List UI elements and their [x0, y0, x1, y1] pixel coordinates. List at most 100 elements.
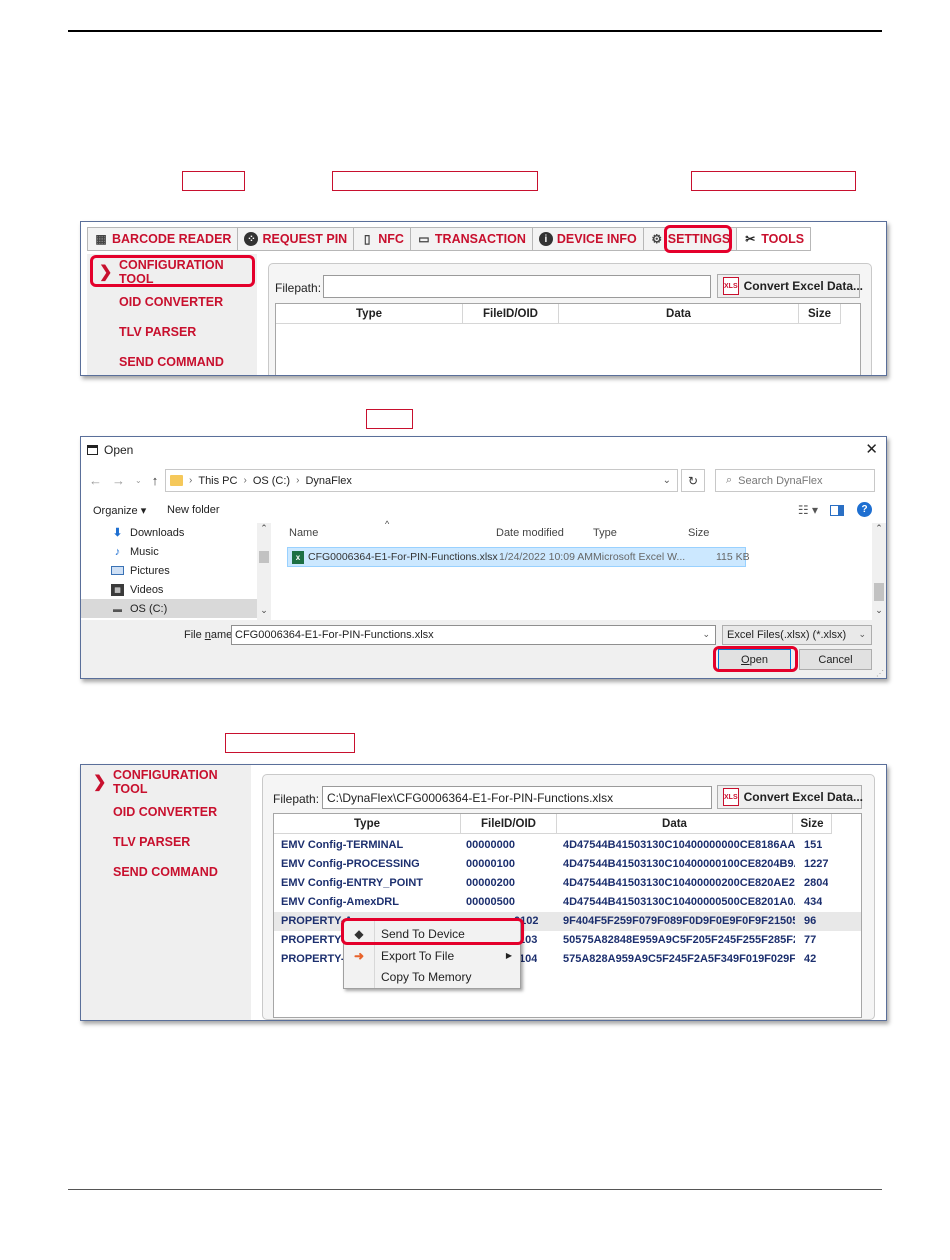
menu-item-copy-to-memory[interactable]: Copy To Memory — [344, 966, 520, 987]
table-row[interactable]: EMV Config-ENTRY_POINT 00000200 4D47544B… — [274, 874, 861, 893]
nav-item-os-c[interactable]: ▬ OS (C:) — [111, 599, 167, 618]
breadcrumb-dynaflex[interactable]: DynaFlex — [305, 475, 351, 487]
scroll-up-icon[interactable]: ⌃ — [872, 523, 886, 534]
configuration-tool-highlight — [90, 255, 255, 287]
cell-data: 4D47544B41503130C10400000000CE8186AA4 — [563, 839, 795, 851]
sidebar-item-configuration-tool[interactable]: ❯ CONFIGURATION TOOL — [81, 767, 251, 797]
excel-convert-icon: XLS — [723, 788, 739, 806]
cell-size: 2804 — [804, 877, 829, 889]
breadcrumb-this-pc[interactable]: This PC — [198, 475, 237, 487]
config-data-grid[interactable]: Type FileID/OID Data Size — [275, 303, 861, 375]
sidebar-item-tlv-parser[interactable]: TLV PARSER — [81, 827, 251, 857]
file-row[interactable]: x CFG0006364-E1-For-PIN-Functions.xlsx 1… — [287, 547, 750, 567]
tab-device-info[interactable]: i DEVICE INFO — [533, 228, 644, 250]
column-header-date-modified[interactable]: Date modified — [496, 527, 564, 547]
chevron-down-icon[interactable]: ⌄ — [702, 629, 710, 640]
cell-type: PROPERTY-F — [281, 953, 352, 965]
submenu-arrow-icon: ▶ — [505, 951, 512, 960]
nav-item-downloads[interactable]: ⬇ Downloads — [111, 523, 185, 542]
tab-nfc[interactable]: ▯ NFC — [354, 228, 411, 250]
scroll-down-icon[interactable]: ⌄ — [257, 605, 271, 616]
new-folder-button[interactable]: New folder — [167, 504, 220, 516]
header-rule — [68, 30, 882, 32]
view-options-icon[interactable]: ☷ ▾ — [798, 503, 818, 517]
table-row[interactable]: EMV Config-AmexDRL 00000500 4D47544B4150… — [274, 893, 861, 912]
chevron-down-icon[interactable]: ⌄ — [858, 629, 866, 640]
close-icon[interactable]: ✕ — [865, 440, 878, 458]
convert-excel-button[interactable]: XLS Convert Excel Data... — [717, 785, 863, 809]
forward-arrow-icon[interactable]: → — [112, 473, 125, 488]
cell-fileid: 00000000 — [466, 839, 515, 851]
sidebar-item-send-command[interactable]: SEND COMMAND — [81, 857, 251, 887]
tools-sidebar: ❯ CONFIGURATION TOOL OID CONVERTER TLV PA… — [81, 765, 251, 1020]
nav-scrollbar[interactable]: ⌃ ⌄ — [257, 523, 271, 620]
scroll-thumb[interactable] — [874, 583, 884, 601]
menu-item-export-to-file[interactable]: ➜ Export To File ▶ — [344, 945, 520, 966]
column-header-type[interactable]: Type — [274, 814, 461, 833]
up-arrow-icon[interactable]: ↑ — [152, 473, 159, 488]
navigation-pane: ⬇ Downloads ♪ Music Pictures ▦ Videos ▬ OS (… — [81, 523, 271, 620]
breadcrumb-os-c[interactable]: OS (C:) — [253, 475, 290, 487]
help-icon[interactable]: ? — [857, 502, 872, 517]
column-header-fileid[interactable]: FileID/OID — [463, 304, 559, 323]
sidebar-item-oid-converter[interactable]: OID CONVERTER — [81, 797, 251, 827]
scroll-down-icon[interactable]: ⌄ — [872, 605, 886, 616]
back-arrow-icon[interactable]: ← — [89, 473, 102, 488]
nav-item-videos[interactable]: ▦ Videos — [111, 580, 163, 599]
file-type: Microsoft Excel W... — [593, 551, 686, 563]
convert-excel-button[interactable]: XLS Convert Excel Data... — [717, 274, 863, 298]
file-type-select[interactable]: Excel Files(.xlsx) (*.xlsx) ⌄ — [722, 625, 872, 645]
column-header-name[interactable]: Name — [289, 527, 318, 547]
recent-dropdown-icon[interactable]: ⌄ — [135, 473, 142, 488]
cell-data: 4D47544B41503130C10400000200CE820AE2A — [563, 877, 795, 889]
cell-data: 9F404F5F259F079F089F0D9F0E9F0F9F21505A — [563, 915, 795, 927]
keypad-icon: ⁘ — [244, 232, 259, 246]
address-bar[interactable]: › This PC › OS (C:) › DynaFlex ⌄ — [165, 469, 678, 492]
download-arrow-icon: ⬇ — [112, 527, 123, 539]
table-row[interactable]: EMV Config-TERMINAL 00000000 4D47544B415… — [274, 836, 861, 855]
tab-request-pin[interactable]: ⁘ REQUEST PIN — [238, 228, 355, 250]
column-header-fileid[interactable]: FileID/OID — [461, 814, 557, 833]
column-header-size[interactable]: Size — [793, 814, 832, 833]
column-header-size[interactable]: Size — [688, 527, 709, 547]
file-name-input[interactable]: CFG0006364-E1-For-PIN-Functions.xlsx ⌄ — [231, 625, 716, 645]
file-date: 1/24/2022 10:09 AM — [499, 551, 593, 563]
file-list-scrollbar[interactable]: ⌃ ⌄ — [872, 523, 886, 620]
sort-indicator-icon: ^ — [385, 519, 390, 529]
sidebar-item-oid-converter[interactable]: OID CONVERTER — [87, 287, 257, 317]
sidebar-item-tlv-parser[interactable]: TLV PARSER — [87, 317, 257, 347]
column-header-type[interactable]: Type — [593, 527, 617, 547]
table-row[interactable]: EMV Config-PROCESSING 00000100 4D47544B4… — [274, 855, 861, 874]
column-header-data[interactable]: Data — [559, 304, 799, 323]
sidebar-item-send-command[interactable]: SEND COMMAND — [87, 347, 257, 375]
resize-grip-icon[interactable]: ⋰ — [876, 669, 884, 678]
tab-tools[interactable]: ✂ TOOLS — [737, 228, 811, 250]
preview-pane-icon[interactable] — [830, 505, 844, 516]
excel-file-icon: x — [292, 551, 304, 564]
column-header-size[interactable]: Size — [799, 304, 841, 323]
tab-transaction[interactable]: ▭ TRANSACTION — [411, 228, 533, 250]
filepath-input[interactable]: C:\DynaFlex\CFG0006364-E1-For-PIN-Functi… — [322, 786, 712, 809]
file-size: 115 KB — [716, 551, 750, 563]
cell-type: EMV Config-ENTRY_POINT — [281, 877, 423, 889]
tab-barcode-reader[interactable]: ▦ BARCODE READER — [88, 228, 239, 250]
organize-button[interactable]: Organize ▾ — [93, 504, 146, 517]
scroll-up-icon[interactable]: ⌃ — [257, 523, 271, 534]
chevron-down-icon[interactable]: ⌄ — [663, 475, 671, 486]
cancel-button[interactable]: Cancel — [799, 649, 872, 670]
search-input[interactable]: ⌕ Search DynaFlex — [715, 469, 875, 492]
cell-size: 77 — [804, 934, 817, 946]
videos-icon: ▦ — [111, 583, 124, 596]
column-header-type[interactable]: Type — [276, 304, 463, 323]
cell-type: EMV Config-AmexDRL — [281, 896, 399, 908]
filepath-input[interactable] — [323, 275, 711, 298]
scroll-thumb[interactable] — [259, 551, 269, 563]
card-reader-icon: ▭ — [418, 232, 430, 246]
refresh-icon[interactable]: ↻ — [681, 469, 705, 492]
column-header-data[interactable]: Data — [557, 814, 793, 833]
file-name: CFG0006364-E1-For-PIN-Functions.xlsx — [308, 551, 498, 563]
nav-item-pictures[interactable]: Pictures — [111, 561, 170, 580]
callout-box — [691, 171, 856, 191]
cell-data: 575A828A959A9C5F245F2A5F349F019F029F1( — [563, 953, 795, 965]
nav-item-music[interactable]: ♪ Music — [111, 542, 159, 561]
